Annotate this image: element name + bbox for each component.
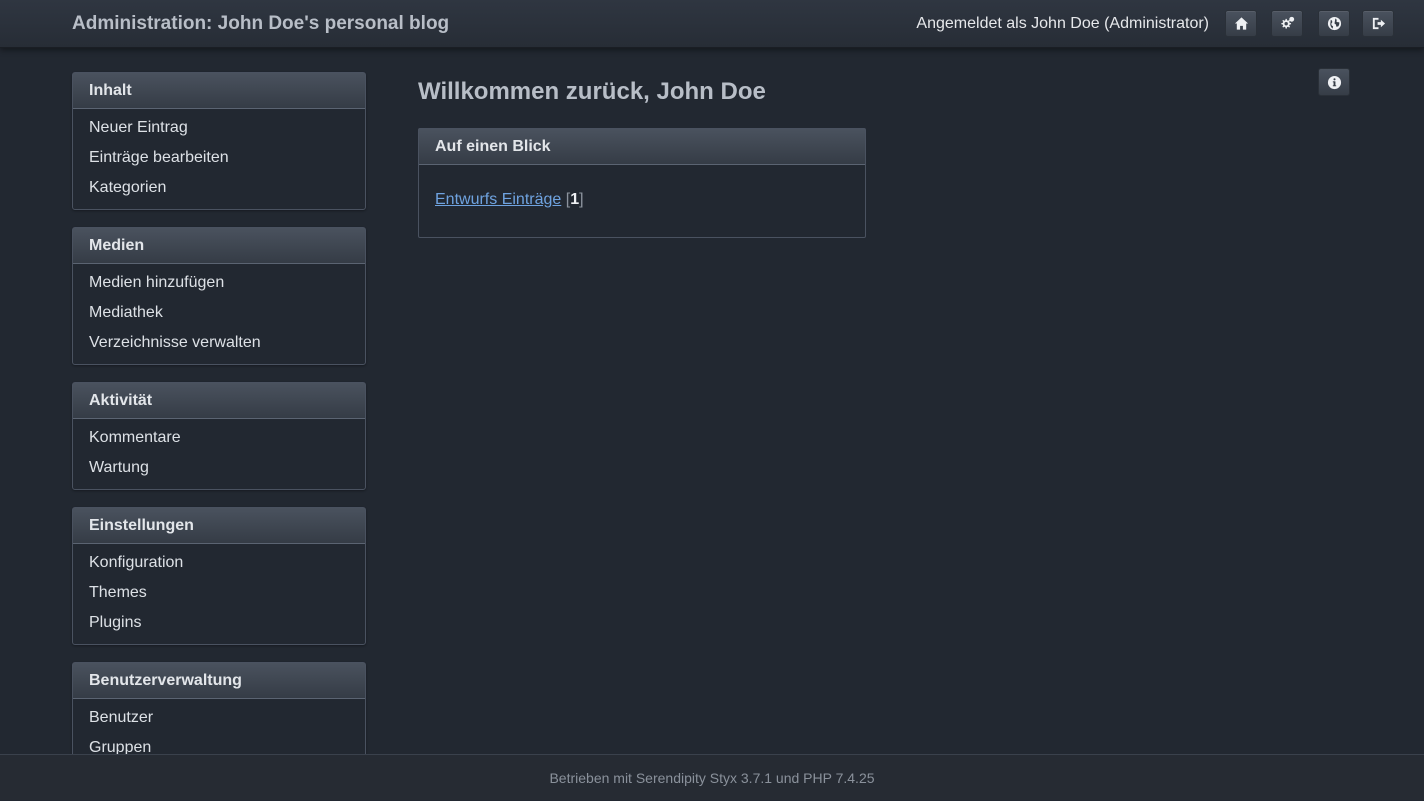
panel-body: Entwurfs Einträge [1]: [419, 165, 865, 237]
overview-panel: Auf einen Blick Entwurfs Einträge [1]: [418, 128, 866, 238]
menu-item-verzeichnisse-verwalten[interactable]: Verzeichnisse verwalten: [73, 328, 365, 358]
menu-section-aktivitaet: Aktivität Kommentare Wartung: [72, 382, 366, 490]
sign-out-icon: [1372, 17, 1385, 30]
menu-item-plugins[interactable]: Plugins: [73, 608, 365, 638]
menu-item-benutzer[interactable]: Benutzer: [73, 703, 365, 733]
logout-button[interactable]: [1362, 10, 1394, 37]
view-blog-button[interactable]: [1318, 10, 1350, 37]
home-button[interactable]: [1225, 10, 1257, 37]
top-bar: Administration: John Doe's personal blog…: [0, 0, 1424, 48]
panel-title: Auf einen Blick: [419, 129, 865, 165]
menu-item-eintraege-bearbeiten[interactable]: Einträge bearbeiten: [73, 143, 365, 173]
count-bracket-close: ]: [579, 191, 584, 208]
info-button[interactable]: [1318, 68, 1350, 96]
menu-item-themes[interactable]: Themes: [73, 578, 365, 608]
menu-section-title: Einstellungen: [73, 508, 365, 544]
sidebar: Inhalt Neuer Eintrag Einträge bearbeiten…: [72, 72, 366, 787]
menu-section-title: Benutzerverwaltung: [73, 663, 365, 699]
menu-item-mediathek[interactable]: Mediathek: [73, 298, 365, 328]
menu-section-medien: Medien Medien hinzufügen Mediathek Verze…: [72, 227, 366, 365]
page-title: Willkommen zurück, John Doe: [418, 78, 766, 105]
menu-item-neuer-eintrag[interactable]: Neuer Eintrag: [73, 113, 365, 143]
menu-section-title: Medien: [73, 228, 365, 264]
home-icon: [1234, 17, 1248, 30]
info-icon: [1327, 75, 1341, 89]
menu-item-konfiguration[interactable]: Konfiguration: [73, 548, 365, 578]
menu-item-medien-hinzufuegen[interactable]: Medien hinzufügen: [73, 268, 365, 298]
menu-item-kommentare[interactable]: Kommentare: [73, 423, 365, 453]
menu-section-title: Aktivität: [73, 383, 365, 419]
footer: Betrieben mit Serendipity Styx 3.7.1 und…: [0, 754, 1424, 800]
menu-section-title: Inhalt: [73, 73, 365, 109]
menu-section-einstellungen: Einstellungen Konfiguration Themes Plugi…: [72, 507, 366, 645]
menu-item-kategorien[interactable]: Kategorien: [73, 173, 365, 203]
menu-section-inhalt: Inhalt Neuer Eintrag Einträge bearbeiten…: [72, 72, 366, 210]
draft-entries-count: 1: [570, 191, 580, 208]
login-info: Angemeldet als John Doe (Administrator): [916, 15, 1209, 32]
cogs-icon: [1280, 16, 1294, 29]
configuration-button[interactable]: [1271, 10, 1303, 37]
globe-icon: [1327, 16, 1341, 31]
draft-entries-link[interactable]: Entwurfs Einträge: [435, 191, 561, 208]
menu-item-wartung[interactable]: Wartung: [73, 453, 365, 483]
footer-text: Betrieben mit Serendipity Styx 3.7.1 und…: [549, 770, 875, 786]
main-content: Willkommen zurück, John Doe Auf einen Bl…: [418, 72, 866, 238]
site-title: Administration: John Doe's personal blog: [72, 13, 450, 34]
